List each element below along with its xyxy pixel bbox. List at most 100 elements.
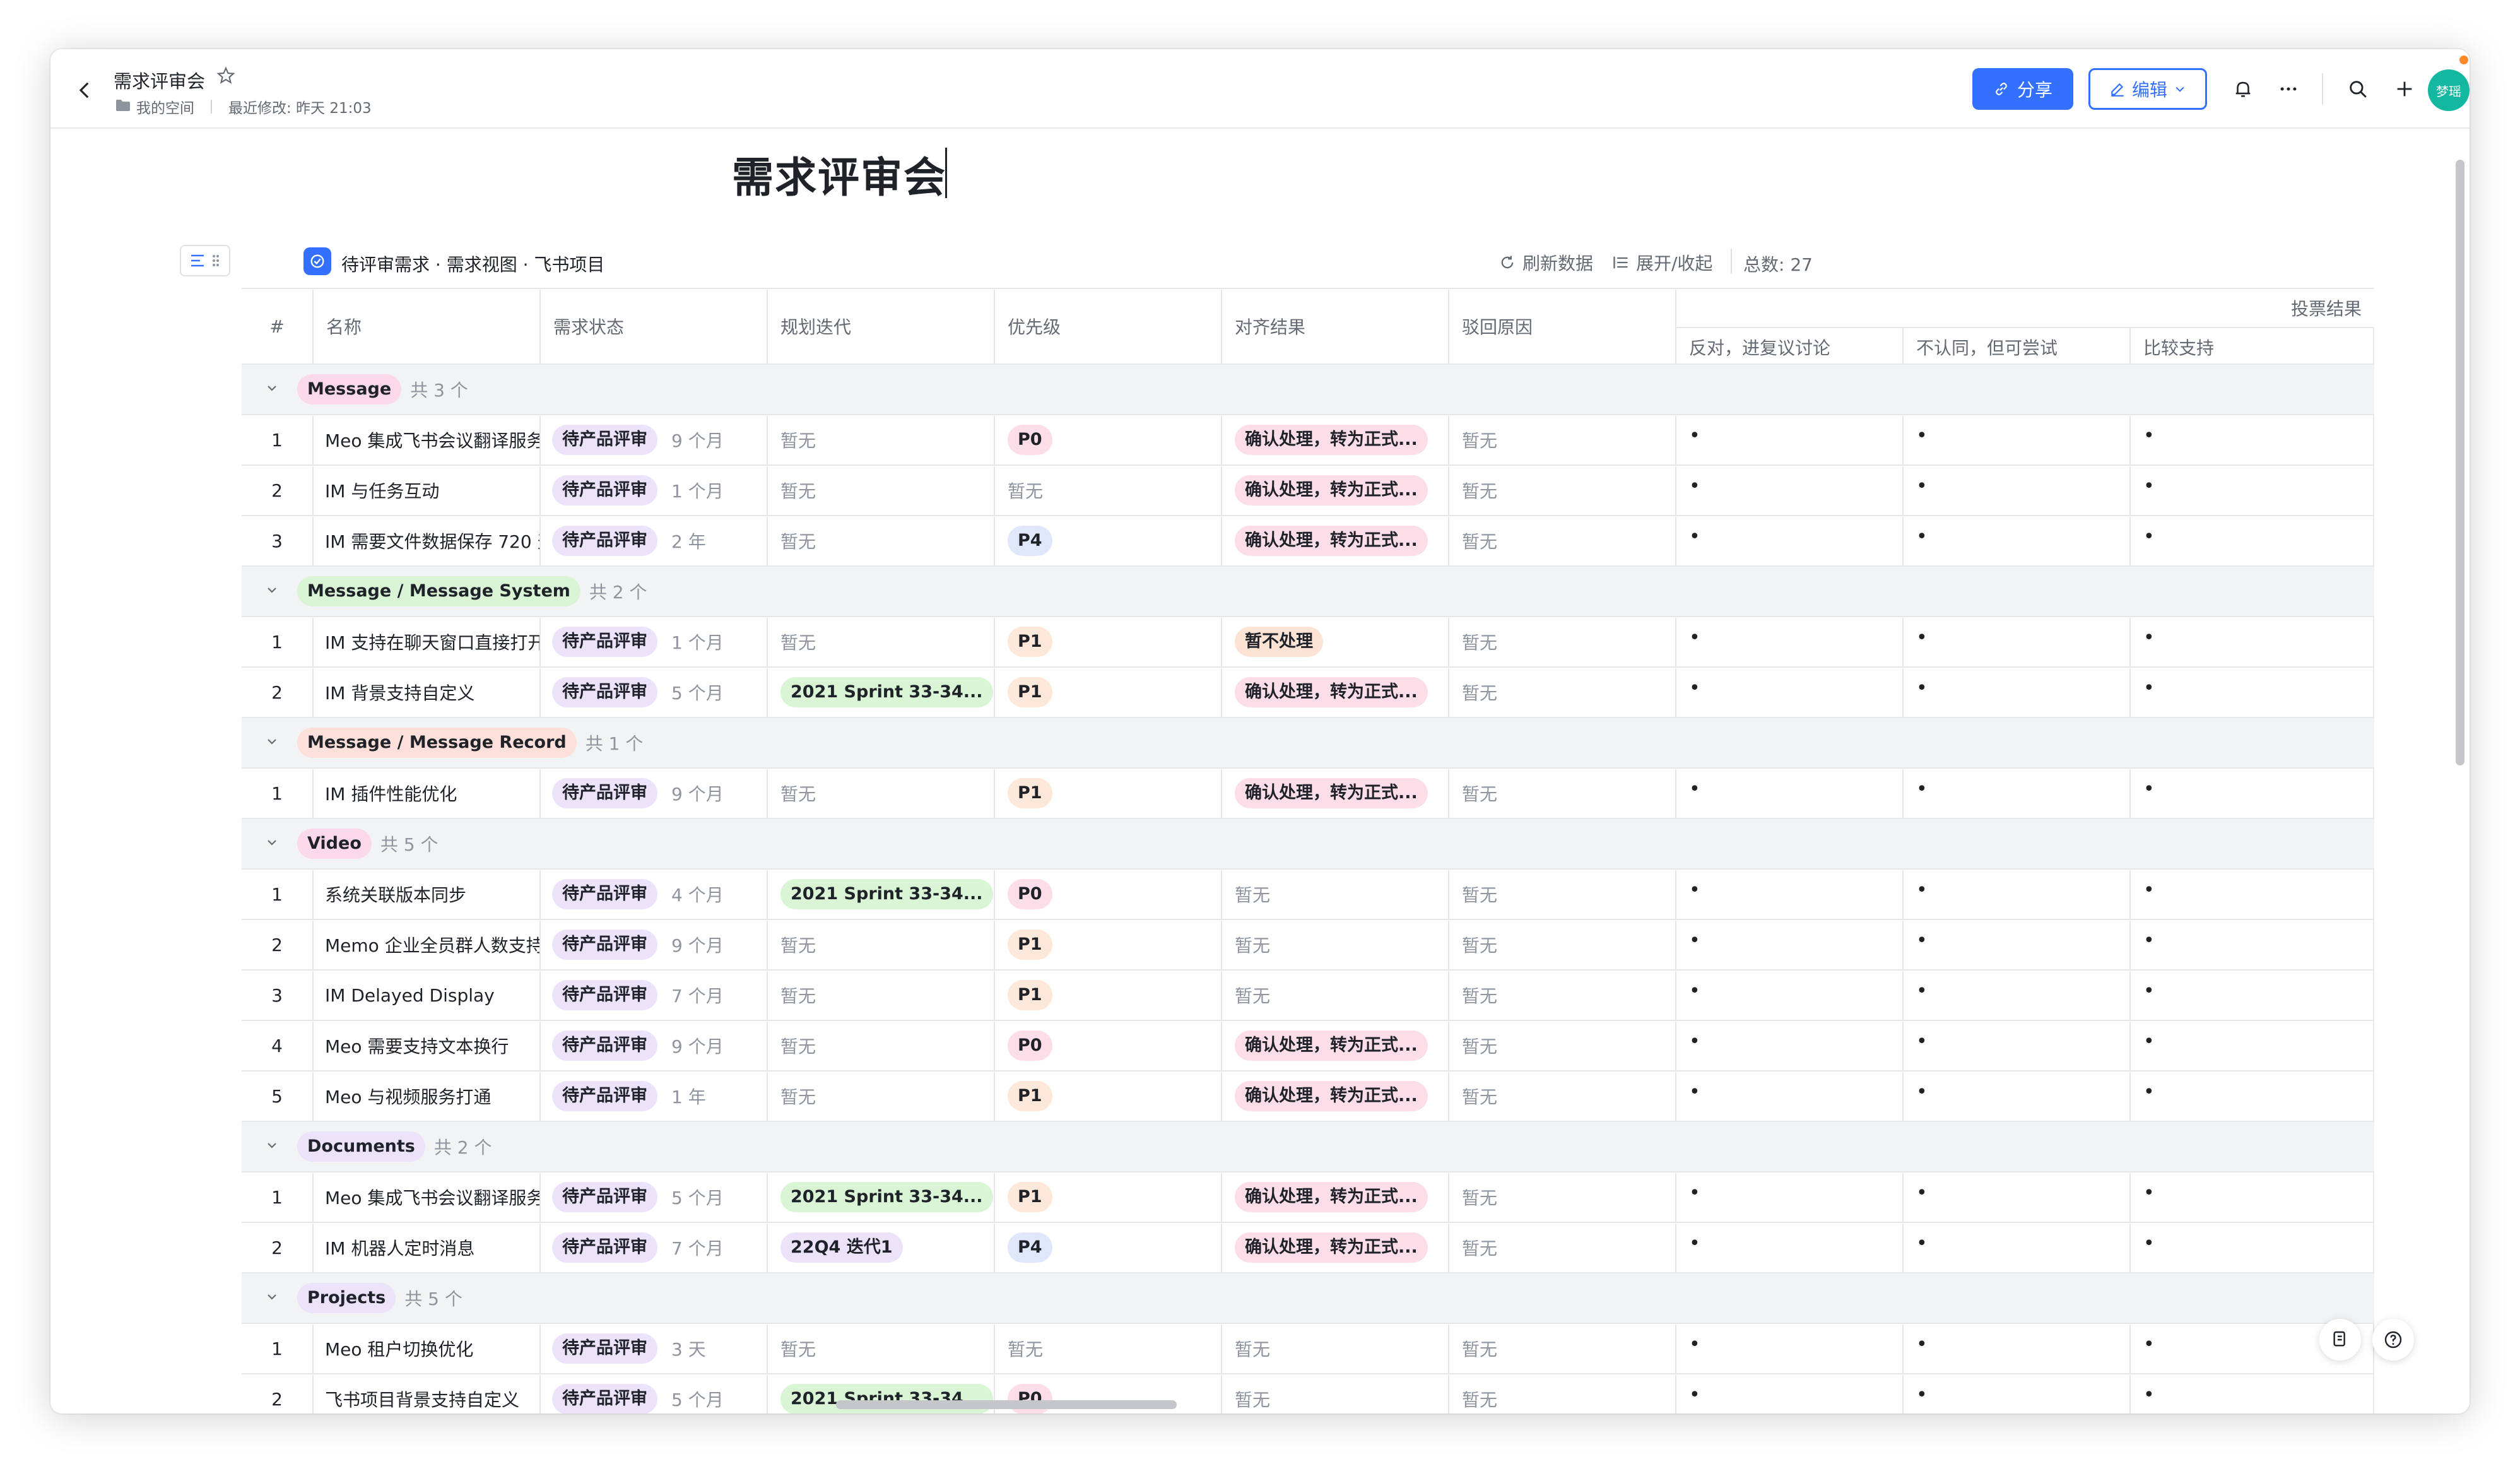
row-iteration[interactable]: 暂无 [768, 415, 995, 464]
column-header-iteration[interactable]: 规划迭代 [768, 289, 995, 363]
row-vote3[interactable]: • [2131, 1021, 2374, 1070]
group-row[interactable]: Message / Message System 共 2 个 [242, 567, 2374, 617]
row-iteration[interactable]: 暂无 [768, 971, 995, 1020]
row-reject-reason[interactable]: 暂无 [1449, 1021, 1676, 1070]
row-status[interactable]: 待产品评审 9 个月 [541, 769, 768, 818]
row-iteration[interactable]: 暂无 [768, 1021, 995, 1070]
row-status[interactable]: 待产品评审 1 年 [541, 1071, 768, 1121]
row-name[interactable]: Meo 与视频服务打通 [314, 1071, 541, 1121]
row-status[interactable]: 待产品评审 7 个月 [541, 1223, 768, 1272]
group-header[interactable]: Projects 共 5 个 [242, 1273, 462, 1323]
row-reject-reason[interactable]: 暂无 [1449, 668, 1676, 717]
row-vote3[interactable]: • [2131, 1223, 2374, 1272]
bell-icon[interactable] [2227, 73, 2259, 105]
row-result[interactable]: 暂无 [1222, 971, 1449, 1020]
row-name[interactable]: IM 插件性能优化 [314, 769, 541, 818]
plus-icon[interactable] [2389, 73, 2420, 105]
row-vote1[interactable]: • [1676, 1324, 1904, 1373]
row-result[interactable]: 确认处理，转为正式... [1222, 769, 1449, 818]
row-name[interactable]: IM 机器人定时消息 [314, 1223, 541, 1272]
table-row[interactable]: 5 Meo 与视频服务打通 待产品评审 1 年 暂无 P1 确认处理，转为正式... 暂无 • •… [242, 1071, 2374, 1122]
row-vote2[interactable]: • [1904, 516, 2131, 565]
row-name[interactable]: Meo 租户切换优化 [314, 1324, 541, 1373]
row-vote3[interactable]: • [2131, 1071, 2374, 1121]
row-vote1[interactable]: • [1676, 668, 1904, 717]
row-result[interactable]: 确认处理，转为正式... [1222, 1223, 1449, 1272]
column-header-vote2[interactable]: 不认同，但可尝试 [1904, 328, 2131, 366]
row-priority[interactable]: P0 [995, 1021, 1222, 1070]
back-icon[interactable] [69, 74, 101, 106]
row-status[interactable]: 待产品评审 1 个月 [541, 617, 768, 666]
row-vote3[interactable]: • [2131, 920, 2374, 969]
row-vote3[interactable]: • [2131, 971, 2374, 1020]
table-row[interactable]: 4 Meo 需要支持文本换行 待产品评审 9 个月 暂无 P0 确认处理，转为正式... 暂无… [242, 1021, 2374, 1071]
row-vote2[interactable]: • [1904, 1374, 2131, 1414]
row-iteration[interactable]: 暂无 [768, 617, 995, 666]
row-iteration[interactable]: 暂无 [768, 516, 995, 565]
row-status[interactable]: 待产品评审 7 个月 [541, 971, 768, 1020]
group-row[interactable]: Message / Message Record 共 1 个 [242, 718, 2374, 769]
row-vote2[interactable]: • [1904, 1223, 2131, 1272]
row-priority[interactable]: P0 [995, 870, 1222, 919]
help-icon[interactable] [2372, 1319, 2414, 1361]
row-vote2[interactable]: • [1904, 1172, 2131, 1222]
row-reject-reason[interactable]: 暂无 [1449, 769, 1676, 818]
row-name[interactable]: Memo 企业全员群人数支持到 10 ... [314, 920, 541, 969]
chevron-down-icon[interactable] [264, 1288, 280, 1309]
row-priority[interactable]: 暂无 [995, 1324, 1222, 1373]
chevron-down-icon[interactable] [264, 379, 280, 400]
row-vote1[interactable]: • [1676, 466, 1904, 515]
row-vote2[interactable]: • [1904, 769, 2131, 818]
row-result[interactable]: 暂无 [1222, 1374, 1449, 1414]
group-row[interactable]: Video 共 5 个 [242, 819, 2374, 870]
row-vote1[interactable]: • [1676, 1021, 1904, 1070]
row-result[interactable]: 暂无 [1222, 920, 1449, 969]
group-row[interactable]: Message 共 3 个 [242, 365, 2374, 415]
row-name[interactable]: Meo 集成飞书会议翻译服务 [314, 415, 541, 464]
row-name[interactable]: Meo 需要支持文本换行 [314, 1021, 541, 1070]
row-vote3[interactable]: • [2131, 516, 2374, 565]
table-row[interactable]: 2 Memo 企业全员群人数支持到 10 ... 待产品评审 9 个月 暂无 P1 暂无 暂无… [242, 920, 2374, 971]
row-result[interactable]: 暂无 [1222, 870, 1449, 919]
block-handle[interactable] [180, 245, 230, 276]
group-header[interactable]: Documents 共 2 个 [242, 1122, 492, 1171]
row-iteration[interactable]: 22Q4 迭代1 [768, 1223, 995, 1272]
row-iteration[interactable]: 暂无 [768, 769, 995, 818]
table-row[interactable]: 1 Meo 集成飞书会议翻译服务 待产品评审 5 个月 2021 Sprint 33-3… [242, 1172, 2374, 1223]
more-icon[interactable] [2273, 73, 2304, 105]
row-status[interactable]: 待产品评审 4 个月 [541, 870, 768, 919]
row-reject-reason[interactable]: 暂无 [1449, 971, 1676, 1020]
row-vote3[interactable]: • [2131, 870, 2374, 919]
breadcrumb-space[interactable]: 我的空间 [136, 96, 194, 117]
row-vote2[interactable]: • [1904, 1071, 2131, 1121]
row-priority[interactable]: P1 [995, 1071, 1222, 1121]
table-row[interactable]: 2 飞书项目背景支持自定义 待产品评审 5 个月 2021 Sprint 33-34..… [242, 1374, 2374, 1414]
row-vote2[interactable]: • [1904, 668, 2131, 717]
row-status[interactable]: 待产品评审 9 个月 [541, 920, 768, 969]
row-reject-reason[interactable]: 暂无 [1449, 516, 1676, 565]
row-vote1[interactable]: • [1676, 870, 1904, 919]
column-header-reason[interactable]: 驳回原因 [1449, 289, 1676, 363]
group-row[interactable]: Projects 共 5 个 [242, 1273, 2374, 1324]
table-row[interactable]: 3 IM 需要文件数据保存 720 天待产品评审 2 年 暂无 P4 确认处理，转为正式.… [242, 516, 2374, 567]
row-name[interactable]: IM 支持在聊天窗口直接打开文档 [314, 617, 541, 666]
avatar[interactable]: 梦瑶 [2428, 69, 2470, 111]
row-priority[interactable]: P1 [995, 769, 1222, 818]
table-row[interactable]: 1 IM 支持在聊天窗口直接打开文档待产品评审 1 个月 暂无 P1 暂不处理 暂无 • • • [242, 617, 2374, 668]
row-status[interactable]: 待产品评审 5 个月 [541, 1374, 768, 1414]
row-vote2[interactable]: • [1904, 870, 2131, 919]
row-vote2[interactable]: • [1904, 466, 2131, 515]
row-result[interactable]: 确认处理，转为正式... [1222, 415, 1449, 464]
row-vote2[interactable]: • [1904, 1324, 2131, 1373]
row-priority[interactable]: P1 [995, 971, 1222, 1020]
row-vote1[interactable]: • [1676, 415, 1904, 464]
row-vote1[interactable]: • [1676, 516, 1904, 565]
column-header-status[interactable]: 需求状态 [541, 289, 768, 363]
group-header[interactable]: Message / Message Record 共 1 个 [242, 718, 643, 767]
table-row[interactable]: 2 IM 与任务互动 待产品评审 1 个月 暂无 暂无 确认处理，转为正式... 暂无 • • • [242, 466, 2374, 516]
row-name[interactable]: IM 背景支持自定义 [314, 668, 541, 717]
column-header-index[interactable]: # [242, 289, 314, 363]
chevron-down-icon[interactable] [264, 581, 280, 602]
row-iteration[interactable]: 暂无 [768, 1071, 995, 1121]
document-title[interactable]: 需求评审会 [732, 144, 946, 204]
